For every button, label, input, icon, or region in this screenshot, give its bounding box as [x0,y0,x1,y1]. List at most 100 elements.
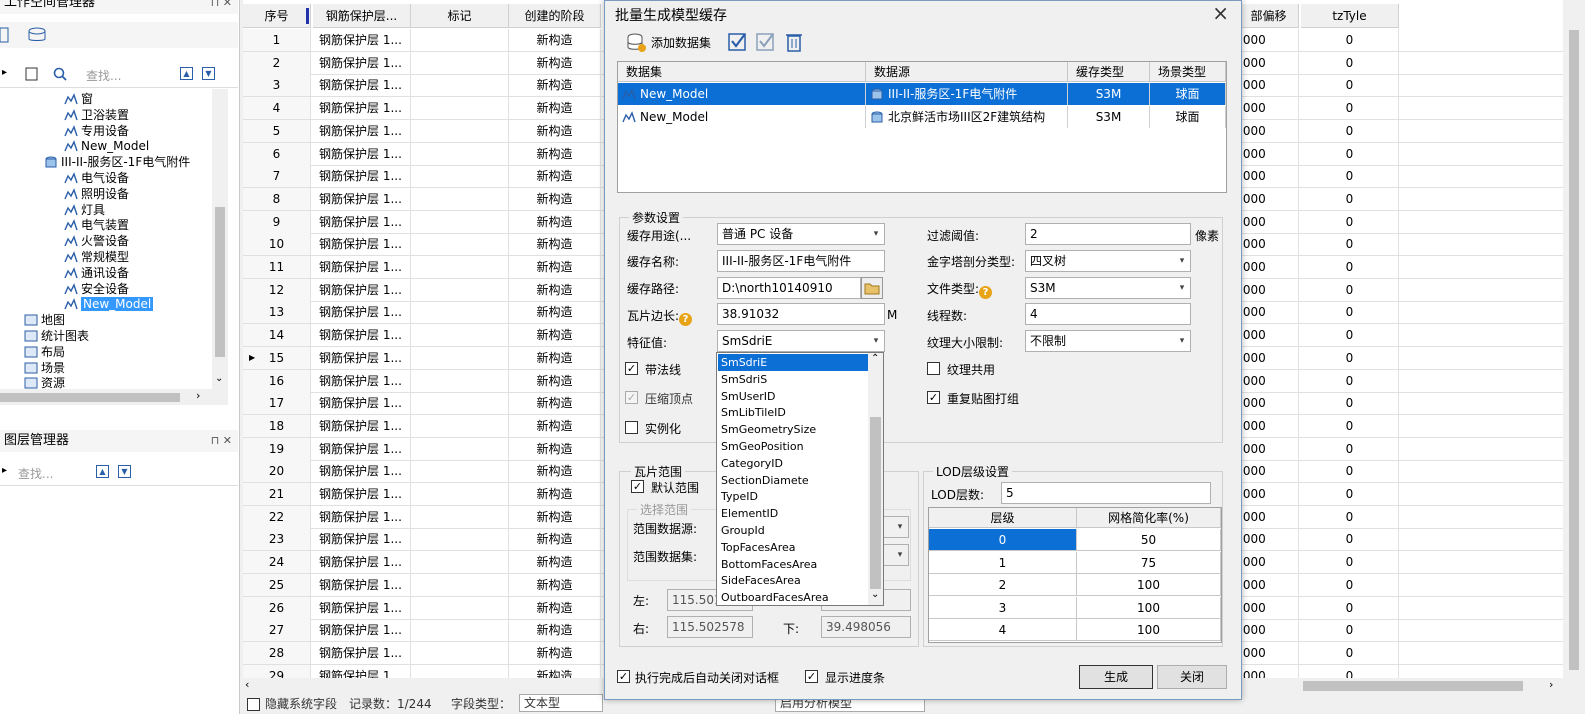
feature-option[interactable]: SmGeometrySize [718,421,868,438]
feature-chevron-icon[interactable]: ▾ [868,331,884,351]
mark-cell[interactable] [411,119,509,142]
chevron-down-icon[interactable]: ▾ [868,224,884,244]
pyramid-chevron-icon[interactable]: ▾ [1174,251,1190,271]
rebar-cover-cell[interactable]: 钢筋保护层 1... [313,392,411,415]
mark-cell[interactable] [411,165,509,188]
open-datasource-icon[interactable] [26,26,48,44]
database-icon[interactable] [0,26,10,44]
mark-cell[interactable] [411,619,509,642]
tztyle-cell[interactable]: 0 [1301,346,1399,369]
stage-cell[interactable]: 新构造 [509,51,601,74]
rebar-cover-cell[interactable]: 钢筋保护层 1... [313,29,411,51]
feature-option[interactable]: SmLibTileID [718,404,868,421]
feature-option[interactable]: BottomFacesArea [718,556,868,573]
tile-length-input[interactable]: 38.91032 [717,303,885,325]
stage-cell[interactable]: 新构造 [509,528,601,551]
feature-option[interactable]: ElementID [718,505,868,522]
lod-row[interactable]: 3 100 [929,596,1221,620]
tree-node[interactable]: 场景 [24,360,65,376]
mark-cell[interactable] [411,551,509,574]
stage-cell[interactable]: 新构造 [509,392,601,415]
rebar-cover-cell[interactable]: 钢筋保护层 1... [313,233,411,256]
rebar-cover-cell[interactable]: 钢筋保护层 1... [313,551,411,574]
tree-search-input[interactable]: 查找... [86,67,121,84]
grid-header[interactable]: 创建的阶段 [509,4,601,28]
lod-header[interactable]: 层级 [929,508,1077,528]
tztyle-cell[interactable]: 0 [1301,301,1399,324]
tree-node[interactable]: 窗 [64,91,93,107]
filter-input[interactable]: 2 [1025,223,1191,245]
feature-list-thumb[interactable] [870,417,881,589]
scroll-down-icon[interactable]: ⌄ [215,373,223,384]
stage-cell[interactable]: 新构造 [509,29,601,51]
threads-input[interactable]: 4 [1025,303,1191,325]
generate-button[interactable]: 生成 [1079,665,1153,689]
invert-select-icon[interactable] [755,31,777,53]
rebar-cover-cell[interactable]: 钢筋保护层 1... [313,619,411,642]
offset-cell[interactable]: .000 [1239,278,1299,301]
layer-pin-close-icons[interactable]: ⊓ ✕ [211,430,232,452]
dataset-row[interactable]: New_Model 北京鲜活市场III区2F建筑结构 S3M 球面 [618,106,1226,128]
tztyle-cell[interactable]: 0 [1301,187,1399,210]
offset-cell[interactable]: .000 [1239,641,1299,664]
tree-node[interactable]: 资源 [24,375,65,389]
tree-node[interactable]: 布局 [24,344,65,360]
tree-node[interactable]: 通讯设备 [64,265,129,281]
offset-cell[interactable]: .000 [1239,460,1299,483]
tree-hscroll-thumb[interactable] [0,393,180,402]
rebar-cover-cell[interactable]: 钢筋保护层 1... [313,437,411,460]
compress-checkbox[interactable]: ✓ [625,391,638,404]
mark-cell[interactable] [411,324,509,347]
tztyle-cell[interactable]: 0 [1301,278,1399,301]
layer-search-up-icon[interactable]: ▲ [96,465,109,478]
stage-cell[interactable]: 新构造 [509,210,601,233]
grid-scroll-right-icon[interactable]: › [1549,678,1553,691]
dataset-header[interactable]: 缓存类型 [1068,62,1150,82]
tztyle-cell[interactable]: 0 [1301,505,1399,528]
tree-horizontal-scrollbar[interactable]: › [0,389,228,405]
feature-list-scrollbar[interactable]: ⌃ ⌄ [868,353,883,605]
mark-cell[interactable] [411,210,509,233]
grid-header[interactable]: tzTyle [1301,4,1399,28]
tree-node[interactable]: New_Model [64,296,154,312]
file-type-chevron-icon[interactable]: ▾ [1174,278,1190,298]
rebar-cover-cell[interactable]: 钢筋保护层 1... [313,301,411,324]
mark-cell[interactable] [411,233,509,256]
mark-cell[interactable] [411,278,509,301]
tree-node[interactable]: 安全设备 [64,281,129,297]
stage-cell[interactable]: 新构造 [509,256,601,278]
offset-cell[interactable]: .000 [1239,414,1299,437]
stage-cell[interactable]: 新构造 [509,142,601,165]
search-down-icon[interactable]: ▼ [202,67,215,80]
tztyle-cell[interactable]: 0 [1301,437,1399,460]
dataset-header[interactable]: 数据集 [618,62,866,82]
tztyle-cell[interactable]: 0 [1301,51,1399,74]
offset-cell[interactable]: .000 [1239,29,1299,51]
mark-cell[interactable] [411,29,509,51]
mark-cell[interactable] [411,437,509,460]
tztyle-cell[interactable]: 0 [1301,233,1399,256]
stage-cell[interactable]: 新构造 [509,119,601,142]
mark-cell[interactable] [411,142,509,165]
stage-cell[interactable]: 新构造 [509,233,601,256]
list-scroll-up-icon[interactable]: ⌃ [871,353,879,364]
stage-cell[interactable]: 新构造 [509,551,601,574]
lod-count-input[interactable]: 5 [1001,482,1211,504]
right-input[interactable]: 115.502578 [667,616,753,638]
tztyle-cell[interactable]: 0 [1301,619,1399,642]
stage-cell[interactable]: 新构造 [509,301,601,324]
tztyle-cell[interactable]: 0 [1301,29,1399,51]
tztyle-cell[interactable]: 0 [1301,210,1399,233]
search-icon[interactable] [52,66,74,82]
default-range-checkbox[interactable]: ✓ [631,480,644,493]
grid-header[interactable]: 钢筋保护层... [313,4,411,28]
offset-cell[interactable]: .000 [1239,551,1299,574]
feature-option[interactable]: TypeID [718,488,868,505]
delete-icon[interactable] [783,31,805,53]
tztyle-cell[interactable]: 0 [1301,324,1399,347]
tztyle-cell[interactable]: 0 [1301,119,1399,142]
mark-cell[interactable] [411,392,509,415]
tztyle-cell[interactable]: 0 [1301,483,1399,505]
offset-cell[interactable]: .000 [1239,187,1299,210]
tztyle-cell[interactable]: 0 [1301,664,1399,678]
